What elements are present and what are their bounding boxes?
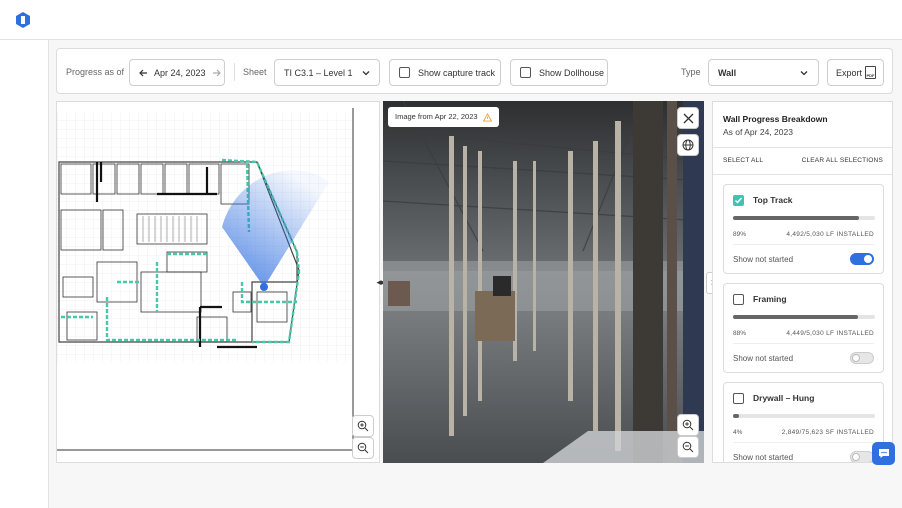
type-select[interactable]: Wall bbox=[708, 59, 819, 86]
show-capture-track-toggle[interactable]: Show capture track bbox=[389, 59, 501, 86]
date-value: Apr 24, 2023 bbox=[154, 67, 206, 78]
list-item-framing[interactable]: Framing 88% 4,449/5,030 LF INSTALLED Sho… bbox=[723, 283, 884, 373]
progress-fill bbox=[733, 315, 858, 319]
progress-label: Progress as of bbox=[66, 67, 125, 77]
export-button[interactable]: Export PDF bbox=[827, 59, 884, 86]
chevron-down-icon bbox=[362, 70, 370, 75]
select-all-link[interactable]: SELECT ALL bbox=[723, 157, 763, 164]
zoom-in-icon bbox=[357, 420, 369, 432]
toggle-knob bbox=[864, 255, 872, 263]
close-icon bbox=[683, 113, 693, 123]
photo-zoom-in-button[interactable] bbox=[677, 414, 699, 436]
pdf-label: PDF bbox=[866, 73, 875, 78]
item-percent: 88% bbox=[733, 330, 747, 337]
top-bar bbox=[0, 0, 902, 40]
show-not-started-label: Show not started bbox=[733, 453, 794, 462]
item-title: Top Track bbox=[753, 195, 793, 205]
zoom-in-button[interactable] bbox=[352, 415, 374, 437]
item-title: Framing bbox=[753, 294, 787, 304]
item-quantity: 4,492/5,030 LF INSTALLED bbox=[786, 231, 874, 238]
progress-bar bbox=[733, 216, 875, 220]
type-value: Wall bbox=[718, 67, 737, 78]
clear-all-link[interactable]: CLEAR ALL SELECTIONS bbox=[802, 157, 883, 164]
zoom-in-icon bbox=[682, 419, 694, 431]
floor-plan-viewer[interactable] bbox=[56, 101, 380, 463]
wall-progress-panel: Wall Progress Breakdown As of Apr 24, 20… bbox=[712, 101, 893, 463]
image-date-label: Image from Apr 22, 2023 bbox=[395, 112, 478, 121]
checkbox-icon[interactable] bbox=[520, 67, 531, 78]
logo-icon[interactable] bbox=[14, 11, 32, 29]
warning-icon bbox=[482, 112, 492, 122]
sheet-value: TI C3.1 – Level 1 bbox=[284, 67, 353, 78]
export-label: Export bbox=[836, 67, 863, 78]
checkbox-icon[interactable] bbox=[733, 393, 744, 404]
progress-bar bbox=[733, 315, 875, 319]
divider bbox=[733, 343, 874, 344]
date-picker[interactable]: Apr 24, 2023 bbox=[129, 59, 225, 86]
chevron-down-icon bbox=[800, 70, 808, 75]
sheet-select[interactable]: TI C3.1 – Level 1 bbox=[274, 59, 380, 86]
zoom-out-icon bbox=[357, 442, 369, 454]
panel-subtitle: As of Apr 24, 2023 bbox=[723, 127, 793, 137]
divider bbox=[713, 174, 892, 175]
list-item-drywall-hung[interactable]: Drywall – Hung 4% 2,849/75,623 SF INSTAL… bbox=[723, 382, 884, 462]
list-item-top-track[interactable]: Top Track 89% 4,492/5,030 LF INSTALLED S… bbox=[723, 184, 884, 274]
checkbox-icon[interactable] bbox=[733, 294, 744, 305]
toggle-knob bbox=[852, 453, 860, 461]
toggle-knob bbox=[852, 354, 860, 362]
zoom-out-icon bbox=[682, 441, 694, 453]
photo-zoom-out-button[interactable] bbox=[677, 436, 699, 458]
arrow-right-icon[interactable] bbox=[212, 68, 222, 78]
chat-button[interactable] bbox=[872, 442, 895, 465]
type-label: Type bbox=[681, 67, 701, 77]
chat-icon bbox=[878, 449, 889, 458]
item-quantity: 4,449/5,030 LF INSTALLED bbox=[786, 330, 874, 337]
arrow-left-icon[interactable] bbox=[138, 68, 148, 78]
globe-icon bbox=[682, 139, 694, 151]
show-dollhouse-label: Show Dollhouse bbox=[539, 67, 605, 78]
item-percent: 89% bbox=[733, 231, 747, 238]
close-photo-button[interactable] bbox=[677, 107, 699, 129]
progress-fill bbox=[733, 414, 739, 418]
checkbox-icon[interactable] bbox=[399, 67, 410, 78]
panel-title: Wall Progress Breakdown bbox=[723, 114, 828, 124]
item-quantity: 2,849/75,623 SF INSTALLED bbox=[781, 429, 874, 436]
item-title: Drywall – Hung bbox=[753, 393, 815, 403]
divider bbox=[713, 147, 892, 148]
show-dollhouse-toggle[interactable]: Show Dollhouse bbox=[510, 59, 608, 86]
show-not-started-label: Show not started bbox=[733, 354, 794, 363]
view-360-button[interactable] bbox=[677, 134, 699, 156]
show-not-started-label: Show not started bbox=[733, 255, 794, 264]
separator bbox=[234, 63, 235, 81]
divider bbox=[733, 244, 874, 245]
image-date-badge: Image from Apr 22, 2023 bbox=[388, 107, 499, 127]
show-not-started-toggle[interactable] bbox=[850, 451, 874, 462]
item-percent: 4% bbox=[733, 429, 743, 436]
toolbar: Progress as of Apr 24, 2023 Sheet TI C3.… bbox=[56, 48, 893, 94]
show-not-started-toggle[interactable] bbox=[850, 253, 874, 265]
site-photo-viewer[interactable]: Image from Apr 22, 2023 bbox=[383, 101, 704, 463]
zoom-out-button[interactable] bbox=[352, 437, 374, 459]
left-rail bbox=[0, 40, 49, 508]
show-not-started-toggle[interactable] bbox=[850, 352, 874, 364]
progress-fill bbox=[733, 216, 860, 220]
floor-plan-drawing[interactable] bbox=[57, 102, 380, 463]
progress-bar bbox=[733, 414, 875, 418]
pdf-icon: PDF bbox=[865, 66, 876, 79]
sheet-label: Sheet bbox=[243, 67, 267, 77]
check-icon bbox=[735, 197, 743, 204]
checkbox-icon[interactable] bbox=[733, 195, 744, 206]
show-capture-track-label: Show capture track bbox=[418, 67, 496, 78]
divider bbox=[733, 442, 874, 443]
site-photo[interactable] bbox=[383, 101, 704, 463]
